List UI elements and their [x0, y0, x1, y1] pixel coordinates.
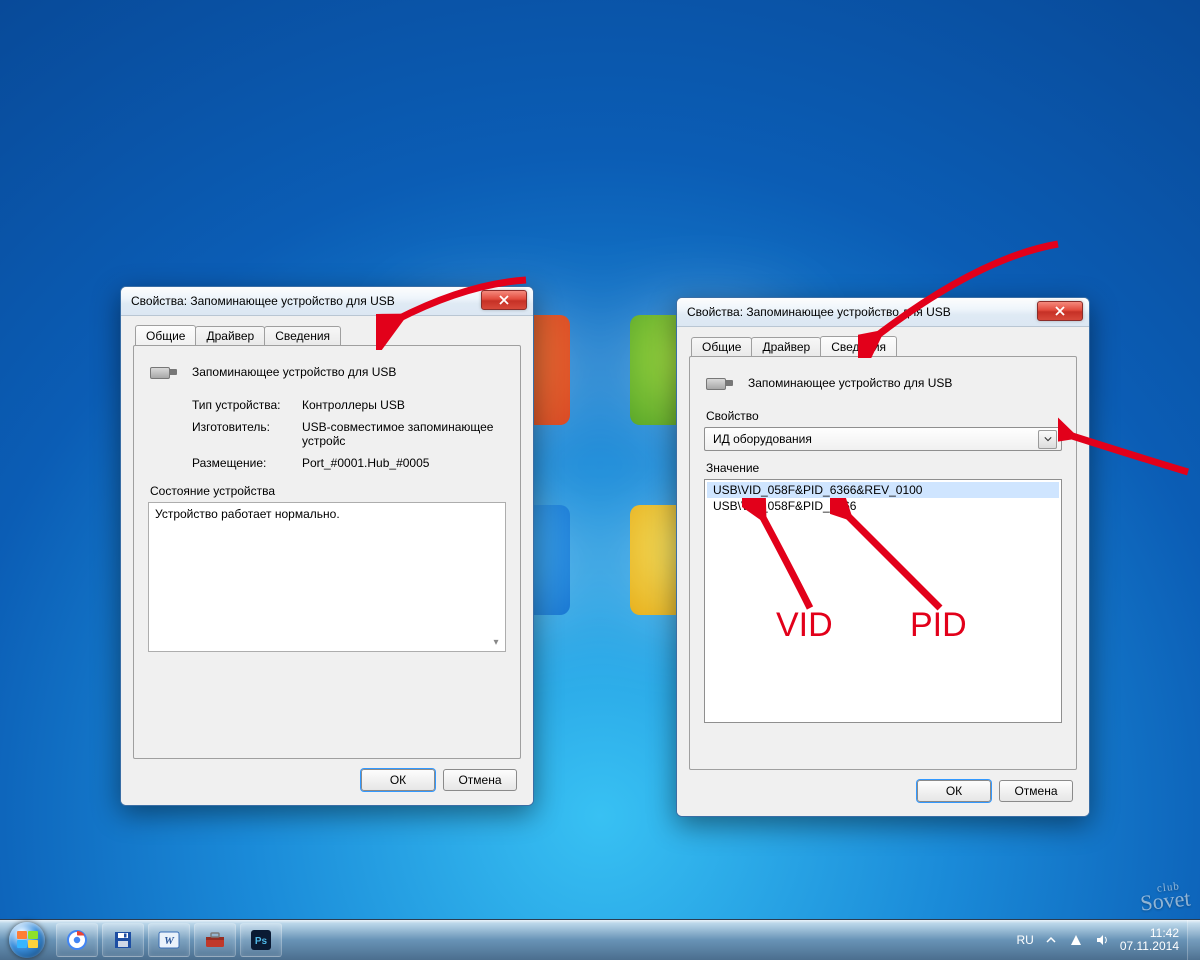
svg-text:Ps: Ps — [255, 936, 268, 947]
property-label: Свойство — [706, 409, 1062, 423]
device-type-label: Тип устройства: — [192, 398, 302, 412]
list-item[interactable]: USB\VID_058F&PID_6366 — [707, 498, 1059, 514]
system-tray: RU 11:42 07.11.2014 — [1008, 927, 1187, 953]
taskbar-app-toolbox[interactable] — [194, 923, 236, 957]
taskbar-app-chrome[interactable] — [56, 923, 98, 957]
close-button[interactable] — [1037, 301, 1083, 321]
taskbar-app-word[interactable]: W — [148, 923, 190, 957]
cancel-button[interactable]: Отмена — [999, 780, 1073, 802]
device-name: Запоминающее устройство для USB — [192, 365, 396, 379]
device-status-label: Состояние устройства — [150, 484, 506, 498]
taskbar: W Ps RU 11:42 07.11.2014 — [0, 919, 1200, 960]
titlebar[interactable]: Свойства: Запоминающее устройство для US… — [677, 298, 1089, 327]
window-title: Свойства: Запоминающее устройство для US… — [131, 294, 481, 308]
desktop: Свойства: Запоминающее устройство для US… — [0, 0, 1200, 960]
show-desktop-button[interactable] — [1187, 920, 1200, 960]
device-status-text: Устройство работает нормально. — [155, 507, 340, 521]
start-button[interactable] — [0, 920, 54, 960]
usb-device-icon — [704, 371, 736, 395]
location-label: Размещение: — [192, 456, 302, 470]
device-type-value: Контроллеры USB — [302, 398, 506, 412]
tab-general[interactable]: Общие — [691, 337, 752, 358]
chevron-down-icon — [1038, 430, 1057, 449]
tab-driver[interactable]: Драйвер — [751, 337, 821, 358]
list-item[interactable]: USB\VID_058F&PID_6366&REV_0100 — [707, 482, 1059, 498]
taskbar-app-save[interactable] — [102, 923, 144, 957]
properties-dialog-details: Свойства: Запоминающее устройство для US… — [676, 297, 1090, 817]
tab-driver[interactable]: Драйвер — [195, 326, 265, 347]
device-status-box[interactable]: Устройство работает нормально. ▾ — [148, 502, 506, 652]
close-button[interactable] — [481, 290, 527, 310]
language-indicator[interactable]: RU — [1016, 933, 1033, 947]
action-center-icon[interactable] — [1068, 932, 1084, 948]
clock[interactable]: 11:42 07.11.2014 — [1120, 927, 1179, 953]
floppy-icon — [113, 930, 133, 950]
word-icon: W — [158, 930, 180, 950]
photoshop-icon: Ps — [251, 930, 271, 950]
chrome-icon — [67, 930, 87, 950]
device-name: Запоминающее устройство для USB — [748, 376, 952, 390]
ok-button[interactable]: ОК — [917, 780, 991, 802]
tab-general[interactable]: Общие — [135, 325, 196, 346]
property-dropdown[interactable]: ИД оборудования — [704, 427, 1062, 451]
volume-icon[interactable] — [1094, 932, 1110, 948]
ok-button[interactable]: ОК — [361, 769, 435, 791]
toolbox-icon — [204, 931, 226, 949]
tab-details[interactable]: Сведения — [820, 336, 897, 357]
usb-device-icon — [148, 360, 180, 384]
hardware-ids-list[interactable]: USB\VID_058F&PID_6366&REV_0100 USB\VID_0… — [704, 479, 1062, 723]
manufacturer-value: USB-совместимое запоминающее устройс — [302, 420, 506, 448]
taskbar-app-photoshop[interactable]: Ps — [240, 923, 282, 957]
show-hidden-icons[interactable] — [1044, 933, 1058, 947]
clock-date: 07.11.2014 — [1120, 940, 1179, 953]
scroll-down-icon[interactable]: ▾ — [488, 634, 504, 650]
cancel-button[interactable]: Отмена — [443, 769, 517, 791]
properties-dialog-general: Свойства: Запоминающее устройство для US… — [120, 286, 534, 806]
property-dropdown-value: ИД оборудования — [713, 432, 812, 446]
window-title: Свойства: Запоминающее устройство для US… — [687, 305, 1037, 319]
location-value: Port_#0001.Hub_#0005 — [302, 456, 506, 470]
manufacturer-label: Изготовитель: — [192, 420, 302, 448]
value-label: Значение — [706, 461, 1062, 475]
watermark: club Sovet — [1138, 879, 1191, 916]
svg-text:W: W — [164, 935, 175, 947]
tab-details[interactable]: Сведения — [264, 326, 341, 347]
titlebar[interactable]: Свойства: Запоминающее устройство для US… — [121, 287, 533, 316]
